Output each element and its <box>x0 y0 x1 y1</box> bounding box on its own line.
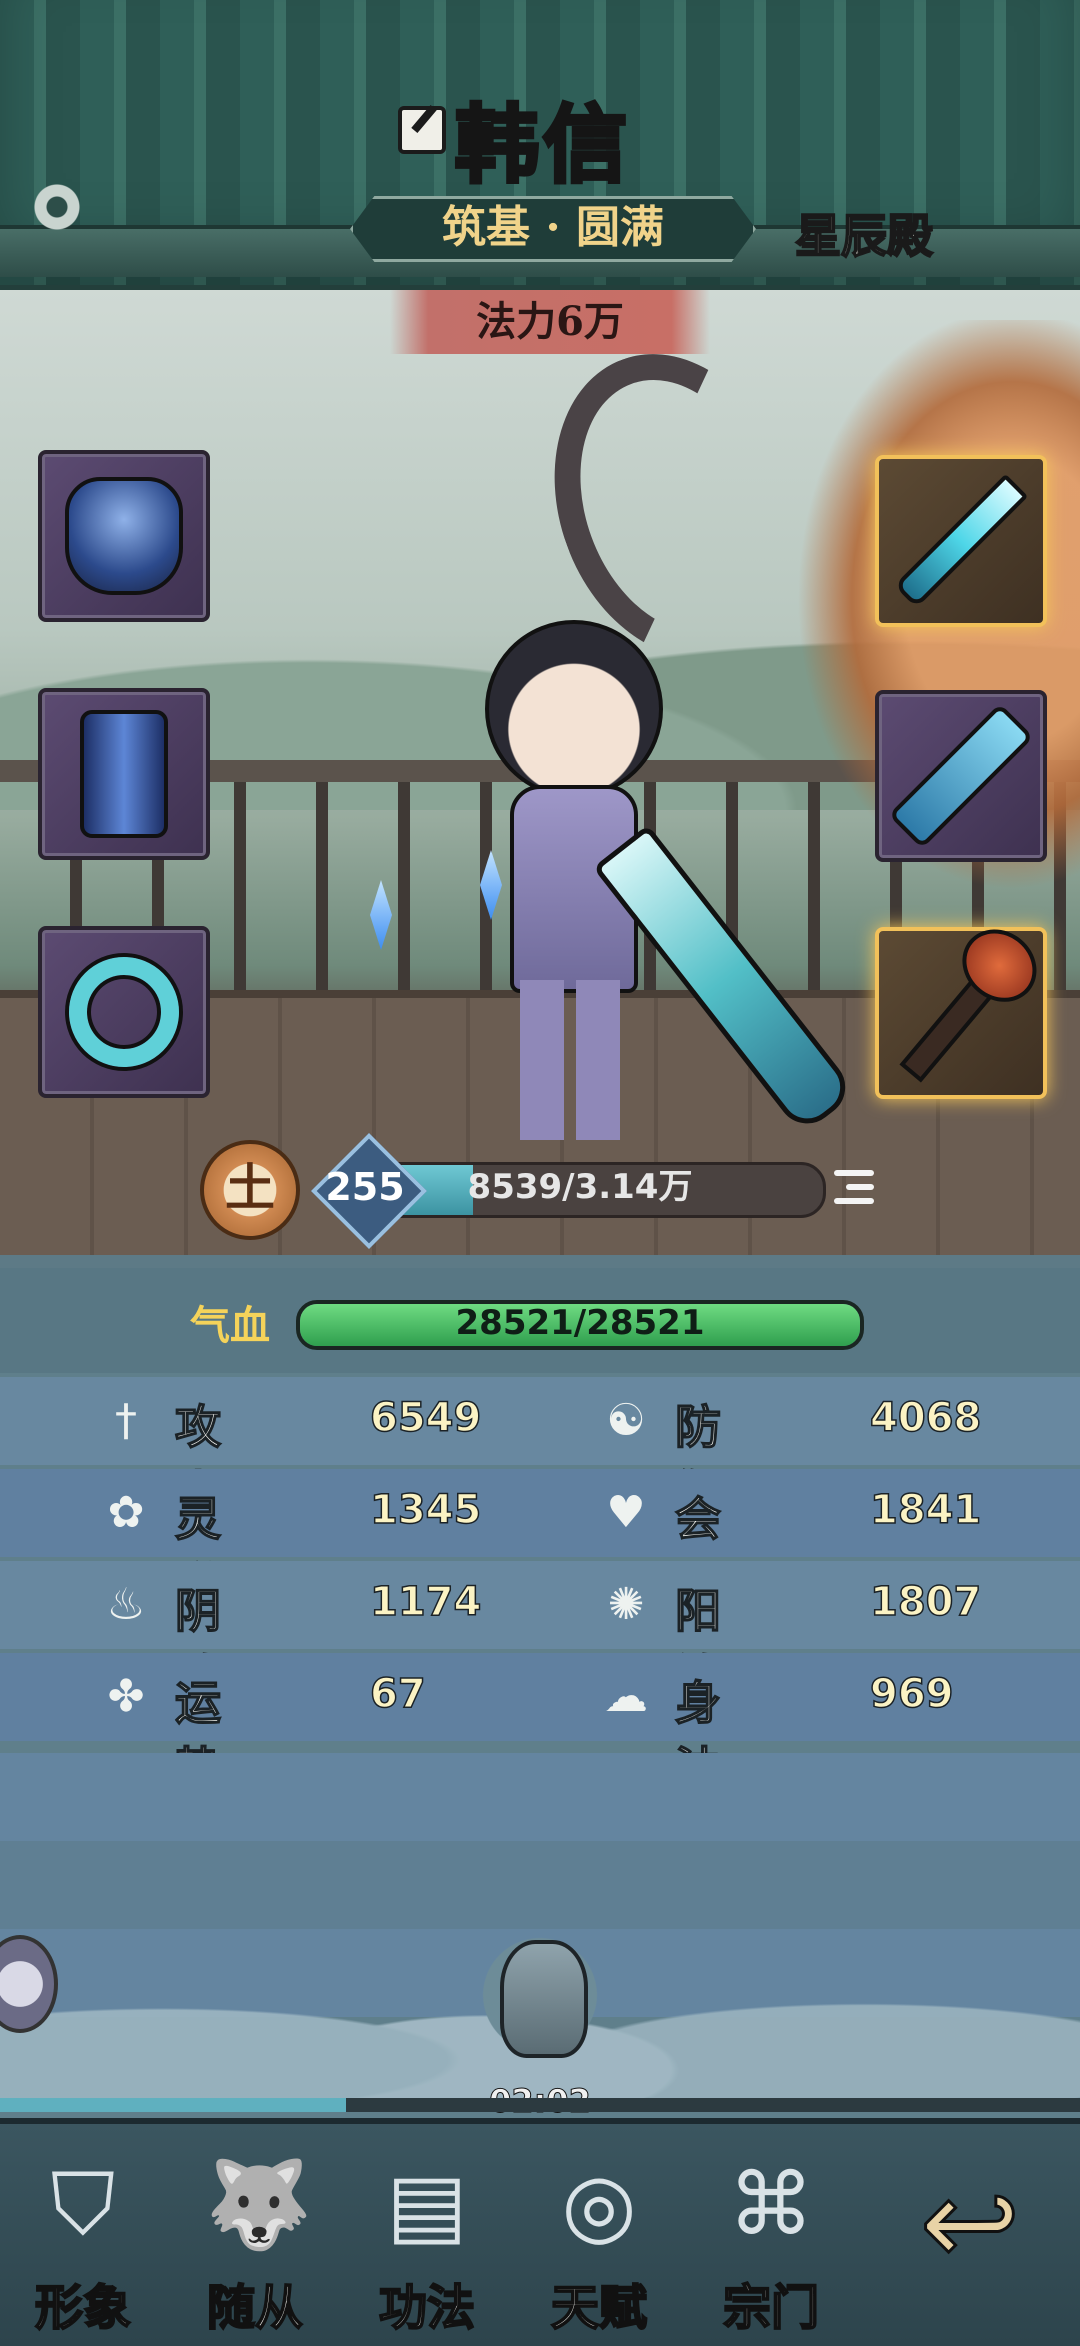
equip-slot-arm[interactable] <box>875 690 1047 862</box>
timer-progress-bar <box>0 2098 1080 2112</box>
nav-item-3[interactable]: ◎ 天赋 <box>524 2130 674 2340</box>
stat-value: 969 <box>869 1670 954 1718</box>
heart-icon: ♥ <box>606 1487 646 1538</box>
nav-item-0[interactable]: ⛉ 形象 <box>8 2130 158 2340</box>
name-row: 韩信 <box>0 78 1080 196</box>
nav-label: 宗门 <box>722 2279 820 2337</box>
sect-name[interactable]: 星辰殿 <box>794 200 934 266</box>
stat-value: 1807 <box>869 1578 982 1626</box>
hp-text: 28521/28521 <box>455 1303 705 1343</box>
lotus-icon: ✿ <box>107 1487 145 1538</box>
stat-value: 67 <box>369 1670 426 1718</box>
character-name: 韩信 <box>453 93 632 196</box>
equip-slot-bracer[interactable] <box>38 688 210 860</box>
yin-yang-icon: ☯ <box>606 1395 646 1446</box>
back-arrow-icon[interactable]: ↩ <box>900 2153 1040 2295</box>
empty-stat-band <box>0 1753 1080 1841</box>
level-exp-row: 土 8539/3.14万 255 <box>200 1133 900 1249</box>
book-icon: ▤ <box>386 2155 468 2255</box>
stat-row: ✿灵觉1345♥会心1841 <box>0 1469 1080 1613</box>
stat-row: ✤运势67☁身法969 <box>0 1653 1080 1797</box>
nav-item-1[interactable]: 🐺 随从 <box>180 2130 330 2340</box>
stat-row: ♨阴魂1174✺阳魄1807 <box>0 1561 1080 1705</box>
mace-icon <box>899 943 1023 1083</box>
clover-icon: ✤ <box>107 1671 145 1722</box>
fox-icon: 🐺 <box>205 2155 313 2255</box>
robe-icon: ⛉ <box>50 2155 116 2255</box>
realm-badge: 筑基 · 圆满 <box>350 196 756 262</box>
hero-legs <box>520 980 620 1140</box>
treasure-vase-button[interactable] <box>470 1920 610 2070</box>
character-header: 韩信 筑基 · 圆满 星辰殿 <box>0 0 1080 295</box>
nav-label: 随从 <box>206 2279 304 2337</box>
nav-item-4[interactable]: ⌘ 宗门 <box>696 2130 846 2340</box>
equip-slot-armor[interactable] <box>38 450 210 622</box>
hero-head <box>485 620 663 798</box>
equip-slot-mace[interactable] <box>875 927 1047 1099</box>
lock-scroll-icon: ⌘ <box>728 2155 814 2255</box>
flame-icon: ♨ <box>106 1579 146 1630</box>
equip-slot-ring[interactable] <box>38 926 210 1098</box>
stat-value: 1841 <box>869 1486 982 1534</box>
character-scene: 法力6万 土 8539/3.14万 255 <box>0 290 1080 1255</box>
fire-icon: ✺ <box>607 1579 645 1630</box>
nav-item-2[interactable]: ▤ 功法 <box>352 2130 502 2340</box>
list-icon[interactable] <box>828 1162 880 1214</box>
bottom-nav: ⛉ 形象 🐺 随从 ▤ 功法 ◎ 天赋 ⌘ 宗门 ↩ <box>0 2118 1080 2346</box>
sword-icon: † <box>115 1395 137 1446</box>
edit-name-icon[interactable] <box>398 106 446 154</box>
level-text: 255 <box>325 1165 405 1209</box>
sword-icon <box>893 473 1029 609</box>
stat-value: 1174 <box>369 1578 482 1626</box>
stat-value: 1345 <box>369 1486 482 1534</box>
nav-label: 形象 <box>34 2279 132 2337</box>
arm-cannon-icon <box>888 703 1034 849</box>
equip-slot-weapon[interactable] <box>875 455 1047 627</box>
settings-gear-icon[interactable] <box>30 180 84 234</box>
stat-row: †攻击6549☯防御4068 <box>0 1377 1080 1521</box>
ring-icon <box>69 957 179 1067</box>
timer-progress-fill <box>0 2098 346 2112</box>
element-badge[interactable]: 土 <box>200 1140 300 1240</box>
stat-value: 6549 <box>369 1394 482 1442</box>
hp-label: 气血 <box>190 1302 270 1349</box>
swirl-icon: ☁ <box>604 1671 648 1722</box>
vase-icon <box>500 1940 588 2058</box>
nav-label: 天赋 <box>550 2279 648 2337</box>
hp-row: 气血 28521/28521 <box>0 1268 1080 1373</box>
nav-label: 功法 <box>378 2279 476 2337</box>
stat-value: 4068 <box>869 1394 982 1442</box>
spiral-icon: ◎ <box>561 2155 637 2255</box>
armor-icon <box>65 477 183 595</box>
power-banner: 法力6万 <box>390 290 710 354</box>
bracer-icon <box>80 710 168 838</box>
